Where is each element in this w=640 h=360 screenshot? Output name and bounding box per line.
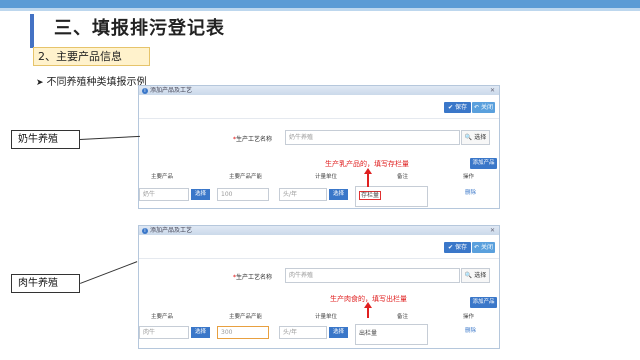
product-input[interactable]: 奶牛 <box>139 188 189 201</box>
callout-beef: 肉牛养殖 <box>11 274 80 293</box>
annotation-arrow-beef <box>364 302 372 318</box>
info-icon: i <box>142 88 148 94</box>
process-label: *生产工艺名称 <box>233 136 273 143</box>
bullet-text: 不同养殖种类填报示例 <box>46 77 147 88</box>
callout-leader-beef <box>80 261 138 284</box>
title-accent <box>30 14 34 48</box>
dialog-header: i 添加产品及工艺 ✕ <box>139 226 499 235</box>
dialog-title: 添加产品及工艺 <box>150 227 193 234</box>
col-header-remark: 备注 <box>397 314 409 320</box>
slide-top-bar <box>0 0 640 8</box>
dialog-toolbar: ✔ 保存 ↶ 关闭 <box>139 235 499 259</box>
col-header-capacity: 主要产品产能 <box>229 174 263 180</box>
product-input[interactable]: 肉牛 <box>139 326 189 339</box>
dialog-panel-beef: i 添加产品及工艺 ✕ ✔ 保存 ↶ 关闭 *生产工艺名称 肉牛养殖 🔍 选择 添… <box>138 225 500 349</box>
col-header-product: 主要产品 <box>151 314 174 320</box>
unit-input[interactable]: 头/年 <box>279 326 327 339</box>
col-header-unit: 计量单位 <box>315 174 338 180</box>
close-button[interactable]: ↶ 关闭 <box>472 242 495 253</box>
save-button[interactable]: ✔ 保存 <box>444 242 471 253</box>
close-button[interactable]: ↶ 关闭 <box>472 102 495 113</box>
dialog-title: 添加产品及工艺 <box>150 87 193 94</box>
col-header-action: 操作 <box>463 174 475 180</box>
unit-select-button[interactable]: 选择 <box>329 189 348 200</box>
dialog-toolbar: ✔ 保存 ↶ 关闭 <box>139 95 499 119</box>
add-product-button[interactable]: 添加产品 <box>470 158 497 169</box>
section-heading: 2、主要产品信息 <box>33 47 150 66</box>
capacity-input[interactable]: 100 <box>217 188 269 201</box>
add-product-button[interactable]: 添加产品 <box>470 297 497 308</box>
process-row: *生产工艺名称 肉牛养殖 🔍 选择 <box>139 266 499 286</box>
product-select-button[interactable]: 选择 <box>191 189 210 200</box>
delete-link[interactable]: 删除 <box>465 326 476 334</box>
col-header-unit: 计量单位 <box>315 314 338 320</box>
col-header-product: 主要产品 <box>151 174 174 180</box>
process-label: *生产工艺名称 <box>233 274 273 281</box>
process-row: *生产工艺名称 奶牛养殖 🔍 选择 <box>139 128 499 148</box>
bullet-item: ➤ 不同养殖种类填报示例 <box>36 73 147 88</box>
process-select-button[interactable]: 🔍 选择 <box>461 268 490 283</box>
remark-textarea[interactable]: 存栏量 <box>355 186 428 207</box>
delete-link[interactable]: 删除 <box>465 188 476 196</box>
callout-dairy: 奶牛养殖 <box>11 130 80 149</box>
col-header-action: 操作 <box>463 314 475 320</box>
save-button[interactable]: ✔ 保存 <box>444 102 471 113</box>
slide-top-bar-light <box>0 8 640 11</box>
slide-title: 三、填报排污登记表 <box>54 18 225 39</box>
callout-leader-dairy <box>80 135 140 140</box>
capacity-input[interactable]: 300 <box>217 326 269 339</box>
info-icon: i <box>142 228 148 234</box>
dialog-header: i 添加产品及工艺 ✕ <box>139 86 499 95</box>
process-select-button[interactable]: 🔍 选择 <box>461 130 490 145</box>
process-name-input[interactable]: 奶牛养殖 <box>285 130 460 145</box>
annotation-arrow-dairy <box>364 168 372 187</box>
close-icon[interactable]: ✕ <box>490 226 495 235</box>
col-header-capacity: 主要产品产能 <box>229 314 263 320</box>
process-name-input[interactable]: 肉牛养殖 <box>285 268 460 283</box>
remark-textarea[interactable]: 出栏量 <box>355 324 428 345</box>
unit-input[interactable]: 头/年 <box>279 188 327 201</box>
unit-select-button[interactable]: 选择 <box>329 327 348 338</box>
close-icon[interactable]: ✕ <box>490 86 495 95</box>
bullet-arrow-icon: ➤ <box>36 78 44 88</box>
product-select-button[interactable]: 选择 <box>191 327 210 338</box>
col-header-remark: 备注 <box>397 174 409 180</box>
dialog-panel-dairy: i 添加产品及工艺 ✕ ✔ 保存 ↶ 关闭 *生产工艺名称 奶牛养殖 🔍 选择 添… <box>138 85 500 209</box>
